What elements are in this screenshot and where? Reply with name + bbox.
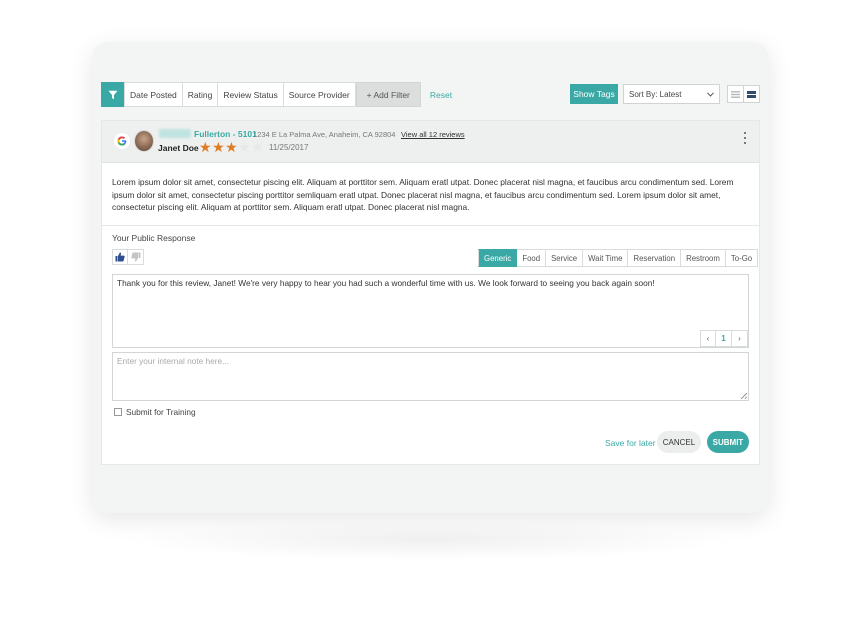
sort-value: Sort By: Latest xyxy=(629,89,682,99)
show-tags-button[interactable]: Show Tags xyxy=(570,84,618,104)
review-header: Fullerton - 5101 1234 E La Palma Ave, An… xyxy=(102,121,759,163)
public-response-textarea[interactable]: Thank you for this review, Janet! We're … xyxy=(112,274,749,348)
chevron-down-icon xyxy=(707,91,714,97)
list-view-icon xyxy=(731,90,740,98)
divider xyxy=(102,225,759,226)
card-view-button[interactable] xyxy=(743,85,760,103)
list-view-button[interactable] xyxy=(727,85,744,103)
tab-restroom[interactable]: Restroom xyxy=(681,249,726,267)
reset-link[interactable]: Reset xyxy=(430,90,452,100)
internal-note-textarea[interactable]: Enter your internal note here... xyxy=(112,352,749,401)
response-template-tabs: Generic Food Service Wait Time Reservati… xyxy=(478,249,759,267)
cancel-button[interactable]: CANCEL xyxy=(657,431,701,453)
filter-rating[interactable]: Rating xyxy=(182,82,219,107)
response-pager: ‹ 1 › xyxy=(700,330,748,347)
prev-page-button[interactable]: ‹ xyxy=(700,330,716,347)
reviewer-name: Janet Doe xyxy=(158,143,199,153)
add-filter-button[interactable]: + Add Filter xyxy=(355,82,421,107)
thumbs-down-icon xyxy=(130,252,140,262)
submit-training-option[interactable]: Submit for Training xyxy=(114,407,196,417)
training-label: Submit for Training xyxy=(126,407,196,417)
thumbs-down-button[interactable] xyxy=(128,249,144,265)
tab-food[interactable]: Food xyxy=(517,249,547,267)
funnel-icon xyxy=(108,90,117,99)
filter-date-posted[interactable]: Date Posted xyxy=(124,82,183,107)
tab-to-go[interactable]: To-Go xyxy=(725,249,759,267)
tab-reservation[interactable]: Reservation xyxy=(628,249,682,267)
tab-generic[interactable]: Generic xyxy=(478,249,518,267)
resize-grip-icon[interactable] xyxy=(741,393,747,399)
sentiment-toggle xyxy=(112,249,144,265)
star-icon: ★ xyxy=(225,139,238,155)
thumbs-up-button[interactable] xyxy=(112,249,128,265)
avatar xyxy=(134,130,154,152)
thumbs-up-icon xyxy=(115,252,125,262)
location-name[interactable]: Fullerton - 5101 xyxy=(194,129,257,139)
star-icon: ★ xyxy=(251,139,264,155)
training-checkbox[interactable] xyxy=(114,408,122,416)
star-icon: ★ xyxy=(212,139,225,155)
more-options-icon[interactable] xyxy=(742,131,748,145)
page-number: 1 xyxy=(716,330,732,347)
next-page-button[interactable]: › xyxy=(732,330,748,347)
review-date: 11/25/2017 xyxy=(269,143,309,152)
filter-button[interactable] xyxy=(101,82,124,107)
star-icon: ★ xyxy=(199,139,212,155)
location-address: 1234 E La Palma Ave, Anaheim, CA 92804 xyxy=(253,130,396,139)
card-shadow xyxy=(120,520,740,560)
card-view-icon xyxy=(747,90,756,98)
review-text: Lorem ipsum dolor sit amet, consectetur … xyxy=(112,177,734,212)
review-card: Fullerton - 5101 1234 E La Palma Ave, An… xyxy=(101,120,760,465)
tab-service[interactable]: Service xyxy=(546,249,584,267)
internal-note-placeholder: Enter your internal note here... xyxy=(117,356,230,366)
location-prefix-blurred xyxy=(159,129,191,138)
star-icon: ★ xyxy=(238,139,251,155)
rating-stars: ★ ★ ★ ★ ★ xyxy=(199,140,264,154)
filter-toolbar: Date Posted Rating Review Status Source … xyxy=(101,82,452,107)
tab-wait-time[interactable]: Wait Time xyxy=(583,249,629,267)
sort-select[interactable]: Sort By: Latest xyxy=(623,84,720,104)
filter-review-status[interactable]: Review Status xyxy=(218,82,284,107)
filter-source-provider[interactable]: Source Provider xyxy=(283,82,356,107)
submit-button[interactable]: SUBMIT xyxy=(707,431,749,453)
view-all-reviews-link[interactable]: View all 12 reviews xyxy=(401,130,465,139)
public-response-label: Your Public Response xyxy=(112,233,196,243)
save-for-later-link[interactable]: Save for later xyxy=(605,438,656,448)
public-response-text: Thank you for this review, Janet! We're … xyxy=(117,278,655,288)
google-icon xyxy=(113,132,131,150)
